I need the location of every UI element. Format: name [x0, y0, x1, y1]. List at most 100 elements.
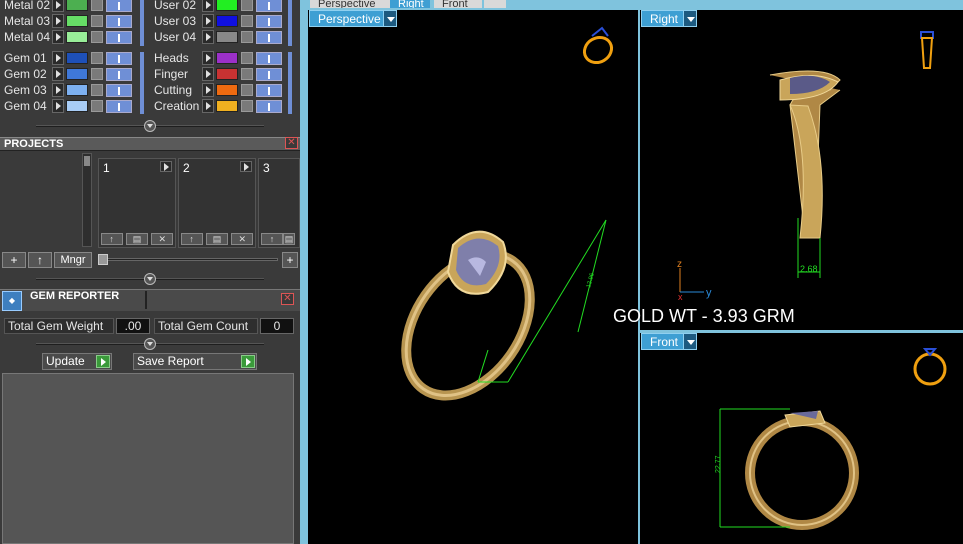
lock-icon[interactable]	[241, 84, 253, 96]
layer-color-swatch[interactable]	[216, 31, 238, 43]
collapse-toggle[interactable]	[144, 338, 156, 350]
layer-expand-icon[interactable]	[52, 67, 64, 81]
layer-row[interactable]: User 04	[150, 29, 282, 45]
perspective-viewport[interactable]: Perspective 12.96	[308, 10, 638, 544]
visibility-toggle[interactable]	[256, 51, 282, 65]
visibility-toggle[interactable]	[106, 99, 132, 113]
layer-color-swatch[interactable]	[66, 31, 88, 43]
collapse-toggle[interactable]	[144, 273, 156, 285]
project-slot[interactable]: 1 ↑ ▤ ✕	[98, 158, 176, 248]
layer-row[interactable]: Gem 01	[0, 50, 132, 66]
layer-color-swatch[interactable]	[66, 15, 88, 27]
projects-scrollbar[interactable]	[82, 153, 92, 247]
projects-close-icon[interactable]: ✕	[285, 137, 298, 149]
visibility-toggle[interactable]	[106, 83, 132, 97]
lock-icon[interactable]	[241, 15, 253, 27]
visibility-toggle[interactable]	[106, 14, 132, 28]
lock-icon[interactable]	[241, 68, 253, 80]
layer-expand-icon[interactable]	[52, 99, 64, 113]
update-button[interactable]: Update	[42, 353, 112, 370]
tab-right[interactable]: Right	[390, 0, 430, 8]
layer-row[interactable]: Cutting	[150, 82, 282, 98]
layer-color-swatch[interactable]	[216, 15, 238, 27]
layer-expand-icon[interactable]	[52, 30, 64, 44]
tab-front[interactable]: Front	[434, 0, 482, 8]
layer-expand-icon[interactable]	[52, 0, 64, 12]
project-slot[interactable]: 3 ↑ ▤	[258, 158, 300, 248]
lock-icon[interactable]	[91, 52, 103, 64]
lock-icon[interactable]	[91, 0, 103, 11]
layer-expand-icon[interactable]	[202, 51, 214, 65]
visibility-toggle[interactable]	[256, 14, 282, 28]
save-report-button[interactable]: Save Report	[133, 353, 257, 370]
layer-expand-icon[interactable]	[202, 67, 214, 81]
layer-row[interactable]: Metal 02	[0, 0, 132, 13]
lock-icon[interactable]	[91, 15, 103, 27]
project-slot[interactable]: 2 ↑ ▤ ✕	[178, 158, 256, 248]
layer-expand-icon[interactable]	[202, 83, 214, 97]
layer-color-swatch[interactable]	[66, 100, 88, 112]
project-up-button[interactable]: ↑	[180, 233, 203, 245]
layer-expand-icon[interactable]	[202, 30, 214, 44]
layer-expand-icon[interactable]	[202, 99, 214, 113]
layer-expand-icon[interactable]	[202, 14, 214, 28]
lock-icon[interactable]	[241, 31, 253, 43]
layer-scrollbar[interactable]	[288, 52, 292, 114]
gem-report-list[interactable]	[2, 373, 294, 544]
project-delete-icon[interactable]: ✕	[151, 233, 174, 245]
layer-row[interactable]: Gem 04	[0, 98, 132, 114]
layer-expand-icon[interactable]	[202, 0, 214, 12]
layer-expand-icon[interactable]	[52, 83, 64, 97]
visibility-toggle[interactable]	[106, 30, 132, 44]
project-zoom-slider[interactable]	[98, 258, 278, 261]
layer-row[interactable]: User 03	[150, 13, 282, 29]
layer-color-swatch[interactable]	[216, 84, 238, 96]
visibility-toggle[interactable]	[256, 30, 282, 44]
layer-color-swatch[interactable]	[66, 68, 88, 80]
add-project-button[interactable]: +	[2, 252, 26, 268]
visibility-toggle[interactable]	[106, 0, 132, 12]
layer-color-swatch[interactable]	[66, 0, 88, 11]
lock-icon[interactable]	[241, 52, 253, 64]
manager-button[interactable]: Mngr	[54, 252, 92, 268]
layer-row[interactable]: Creation	[150, 98, 282, 114]
project-delete-icon[interactable]: ✕	[231, 233, 254, 245]
layer-row[interactable]: Finger	[150, 66, 282, 82]
zoom-in-button[interactable]: +	[282, 252, 298, 268]
lock-icon[interactable]	[241, 0, 253, 11]
lock-icon[interactable]	[91, 31, 103, 43]
layer-row[interactable]: User 02	[150, 0, 282, 13]
project-save-icon[interactable]: ▤	[205, 233, 228, 245]
slider-handle[interactable]	[98, 254, 108, 265]
project-up-button[interactable]: ↑	[261, 233, 283, 245]
collapse-toggle[interactable]	[144, 120, 156, 132]
layer-color-swatch[interactable]	[216, 100, 238, 112]
visibility-toggle[interactable]	[106, 67, 132, 81]
project-save-icon[interactable]: ▤	[283, 233, 295, 245]
layer-color-swatch[interactable]	[216, 68, 238, 80]
layer-scrollbar[interactable]	[140, 52, 144, 114]
visibility-toggle[interactable]	[256, 67, 282, 81]
tab-extra[interactable]	[484, 0, 506, 8]
layer-row[interactable]: Metal 03	[0, 13, 132, 29]
layer-expand-icon[interactable]	[52, 14, 64, 28]
layer-color-swatch[interactable]	[216, 0, 238, 11]
layer-row[interactable]: Heads	[150, 50, 282, 66]
visibility-toggle[interactable]	[256, 83, 282, 97]
move-up-button[interactable]: ↑	[28, 252, 52, 268]
visibility-toggle[interactable]	[256, 99, 282, 113]
lock-icon[interactable]	[91, 68, 103, 80]
layer-color-swatch[interactable]	[66, 84, 88, 96]
right-viewport[interactable]: Right 2.68 z x y	[640, 10, 963, 330]
layer-color-swatch[interactable]	[66, 52, 88, 64]
layer-expand-icon[interactable]	[52, 51, 64, 65]
lock-icon[interactable]	[91, 84, 103, 96]
visibility-toggle[interactable]	[256, 0, 282, 12]
project-save-icon[interactable]: ▤	[125, 233, 148, 245]
layer-row[interactable]: Gem 02	[0, 66, 132, 82]
layer-color-swatch[interactable]	[216, 52, 238, 64]
layer-scrollbar[interactable]	[140, 0, 144, 46]
lock-icon[interactable]	[241, 100, 253, 112]
gem-reporter-close-icon[interactable]: ✕	[281, 293, 294, 305]
project-up-button[interactable]: ↑	[100, 233, 123, 245]
